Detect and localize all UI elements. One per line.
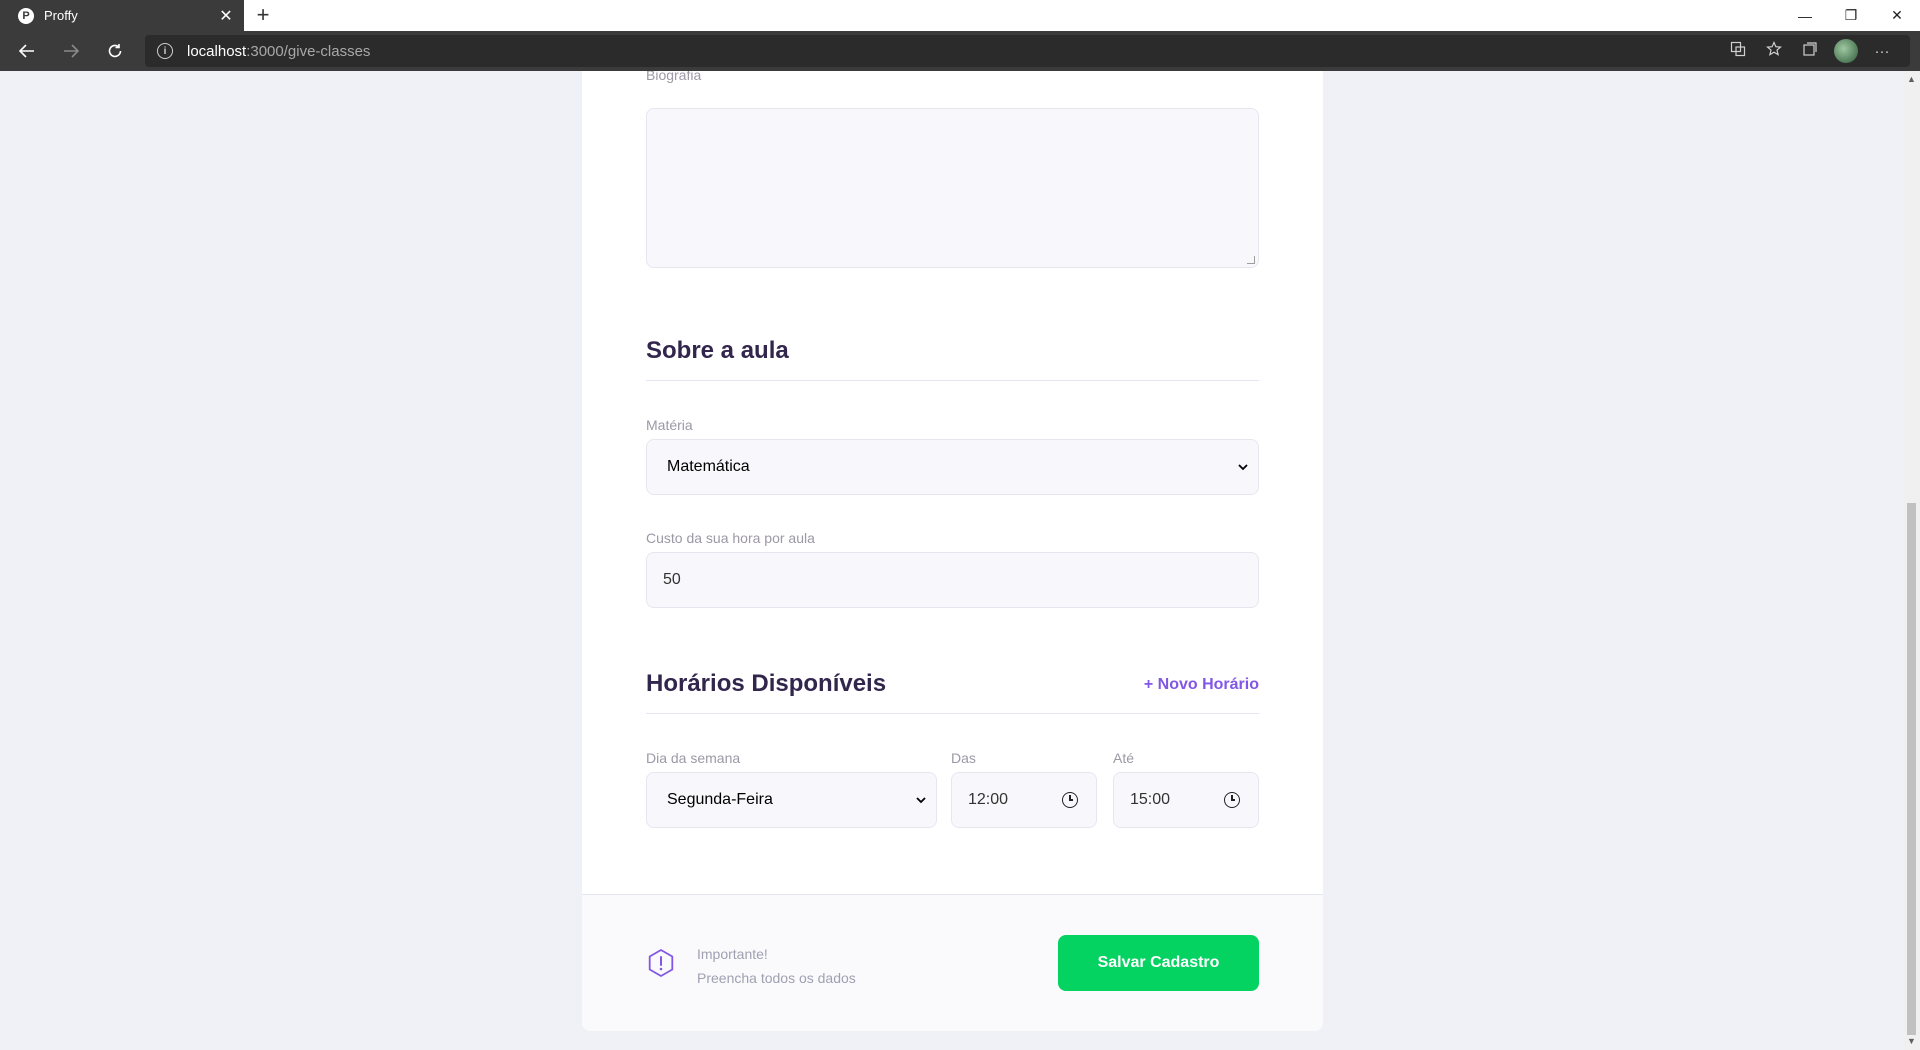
cost-input[interactable]: 50	[646, 552, 1259, 608]
more-icon[interactable]: ···	[1864, 43, 1900, 60]
warning-text: Importante! Preencha todos os dados	[697, 942, 856, 990]
forward-arrow-icon[interactable]	[57, 37, 85, 65]
clock-icon[interactable]	[1062, 792, 1078, 808]
collections-icon[interactable]	[1792, 41, 1828, 61]
minimize-button[interactable]: —	[1782, 0, 1828, 31]
schedule-title: Horários Disponíveis	[646, 670, 887, 697]
page-viewport: Biografia Sobre a aula Matéria Matemátic…	[0, 71, 1920, 1050]
weekday-label: Dia da semana	[646, 750, 741, 766]
url-host: localhost	[187, 42, 247, 60]
clock-icon[interactable]	[1224, 792, 1240, 808]
cost-label: Custo da sua hora por aula	[646, 530, 815, 546]
warning-title: Importante!	[697, 946, 768, 962]
about-class-divider	[646, 380, 1259, 381]
bio-textarea[interactable]	[646, 108, 1259, 268]
window-controls: — ❐ ✕	[1782, 0, 1920, 31]
weekday-select[interactable]: Segunda-Feira	[646, 772, 937, 828]
url-path: :3000/give-classes	[246, 42, 371, 60]
address-bar[interactable]: i localhost :3000/give-classes ···	[145, 35, 1910, 67]
to-time-value: 15:00	[1130, 791, 1171, 808]
resize-grip-icon[interactable]	[1247, 256, 1255, 264]
browser-toolbar: i localhost :3000/give-classes ···	[0, 31, 1920, 71]
back-arrow-icon[interactable]	[13, 37, 41, 65]
scroll-down-icon[interactable]: ▼	[1903, 1033, 1920, 1050]
from-label: Das	[951, 750, 976, 766]
add-schedule-button[interactable]: + Novo Horário	[1144, 676, 1259, 694]
bio-label: Biografia	[646, 71, 702, 83]
page-scrollbar[interactable]: ▲ ▼	[1903, 71, 1920, 1050]
tab-title: Proffy	[44, 8, 78, 23]
schedule-divider	[646, 713, 1259, 714]
warning-icon	[648, 949, 674, 977]
restore-button[interactable]: ❐	[1828, 0, 1874, 31]
from-time-value: 12:00	[968, 791, 1009, 808]
warning-message: Preencha todos os dados	[697, 970, 856, 986]
info-icon[interactable]: i	[157, 43, 173, 59]
chevron-down-icon	[916, 793, 926, 807]
proffy-favicon-icon: P	[18, 7, 34, 24]
subject-select[interactable]: Matemática	[646, 439, 1259, 495]
cost-value: 50	[663, 571, 681, 588]
scroll-up-icon[interactable]: ▲	[1903, 71, 1920, 88]
profile-avatar[interactable]	[1834, 39, 1858, 63]
browser-tab[interactable]: P Proffy ✕	[0, 0, 244, 31]
subject-value: Matemática	[667, 458, 750, 475]
to-time-input[interactable]: 15:00	[1113, 772, 1259, 828]
save-button[interactable]: Salvar Cadastro	[1058, 935, 1259, 991]
star-icon[interactable]	[1756, 41, 1792, 61]
tab-close-icon[interactable]: ✕	[216, 6, 236, 26]
chevron-down-icon	[1238, 460, 1248, 474]
new-tab-button[interactable]: +	[252, 4, 274, 26]
about-class-title: Sobre a aula	[646, 337, 789, 364]
from-time-input[interactable]: 12:00	[951, 772, 1097, 828]
subject-label: Matéria	[646, 417, 693, 433]
form-card: Biografia Sobre a aula Matéria Matemátic…	[582, 71, 1323, 1031]
to-label: Até	[1113, 750, 1135, 766]
close-window-button[interactable]: ✕	[1874, 0, 1920, 31]
scrollbar-thumb[interactable]	[1907, 503, 1916, 1035]
address-bar-icons: ···	[1720, 35, 1900, 67]
form-footer: Importante! Preencha todos os dados Salv…	[582, 894, 1323, 1031]
browser-tab-strip: P Proffy ✕ + — ❐ ✕	[0, 0, 1920, 31]
reload-icon[interactable]	[101, 37, 129, 65]
weekday-value: Segunda-Feira	[667, 791, 773, 808]
translate-icon[interactable]	[1720, 41, 1756, 61]
